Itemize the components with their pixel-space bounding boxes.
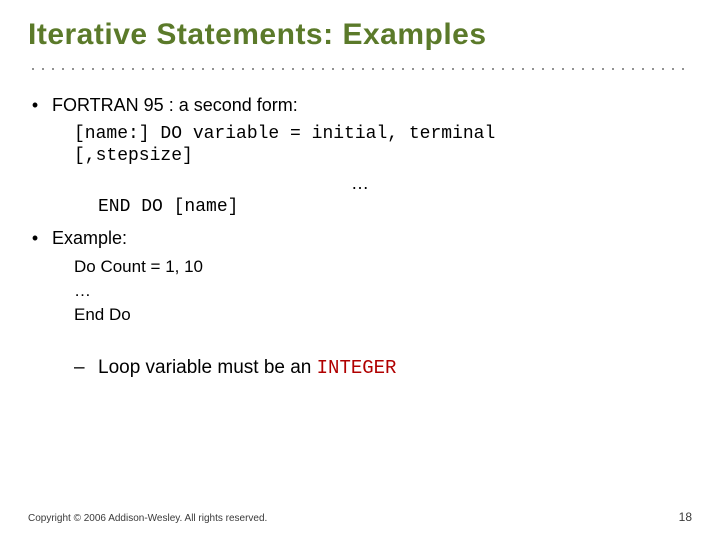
page-number: 18 [679, 510, 692, 524]
code-ellipsis: … [28, 172, 692, 195]
code-line-2: [,stepsize] [28, 145, 692, 168]
example-line-2: … [74, 279, 692, 303]
bullet-dot-icon: • [28, 227, 42, 250]
dash-icon: – [74, 356, 88, 380]
slide-title: Iterative Statements: Examples [28, 18, 692, 52]
slide: Iterative Statements: Examples • FORTRAN… [0, 0, 720, 540]
example-line-1: Do Count = 1, 10 [74, 255, 692, 279]
bullet-example-label: Example: [52, 227, 127, 250]
bullet-dot-icon: • [28, 94, 42, 117]
sub-bullet-text: Loop variable must be an INTEGER [98, 356, 396, 381]
slide-body: • FORTRAN 95 : a second form: [name:] DO… [28, 94, 692, 381]
bullet-fortran: • FORTRAN 95 : a second form: [28, 94, 692, 117]
keyword-integer: INTEGER [317, 357, 397, 379]
example-line-3: End Do [74, 303, 692, 327]
bullet-example: • Example: [28, 227, 692, 250]
dotted-divider [28, 58, 692, 72]
sub-bullet-prefix: Loop variable must be an [98, 357, 317, 378]
code-line-1: [name:] DO variable = initial, terminal [28, 123, 692, 146]
bullet-fortran-label: FORTRAN 95 : a second form: [52, 94, 298, 117]
code-line-3: END DO [name] [28, 196, 692, 219]
sub-bullet-loopvar: – Loop variable must be an INTEGER [28, 356, 692, 381]
example-code-block: Do Count = 1, 10 … End Do [28, 255, 692, 326]
copyright-text: Copyright © 2006 Addison-Wesley. All rig… [28, 513, 267, 524]
slide-footer: Copyright © 2006 Addison-Wesley. All rig… [28, 510, 692, 524]
